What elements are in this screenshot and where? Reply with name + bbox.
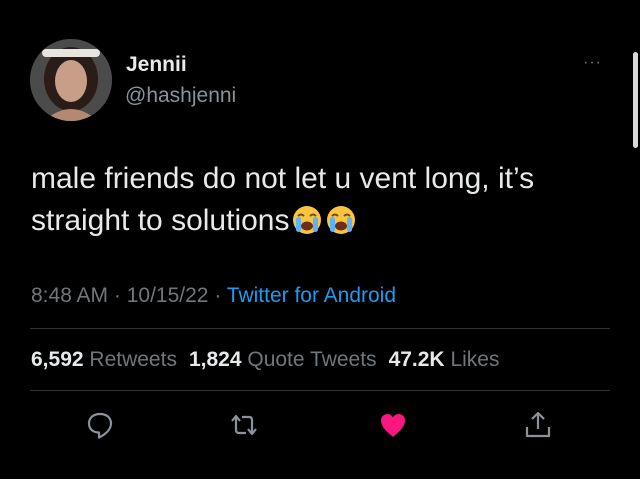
tweet-source-link[interactable]: Twitter for Android xyxy=(227,284,396,307)
reply-button[interactable] xyxy=(83,408,117,442)
tweet-body: male friends do not let u vent long, it’… xyxy=(31,162,535,237)
retweets-stat[interactable]: 6,592 Retweets xyxy=(31,348,177,371)
share-icon xyxy=(525,411,551,438)
meta-separator: · xyxy=(208,284,227,307)
retweet-button[interactable] xyxy=(227,408,261,442)
loudly-crying-face-emoji-icon xyxy=(325,204,357,236)
quote-tweets-stat[interactable]: 1,824 Quote Tweets xyxy=(189,348,377,371)
likes-stat[interactable]: 47.2K Likes xyxy=(389,348,500,371)
meta-separator: · xyxy=(108,284,127,307)
user-handle[interactable]: @hashjenni xyxy=(125,84,236,108)
tweet-text: male friends do not let u vent long, it’… xyxy=(31,158,621,242)
tweet-stats: 6,592 Retweets 1,824 Quote Tweets 47.2K Li… xyxy=(31,348,499,372)
retweets-label: Retweets xyxy=(89,348,177,371)
loudly-crying-face-emoji-icon xyxy=(291,204,323,236)
quote-tweets-count: 1,824 xyxy=(188,348,242,371)
retweets-count: 6,592 xyxy=(31,348,84,371)
tweet-meta: 8:48 AM · 10/15/22 · Twitter for Android xyxy=(31,284,396,308)
quote-tweets-label: Quote Tweets xyxy=(247,348,377,371)
tweet-time[interactable]: 8:48 AM xyxy=(31,284,108,307)
more-options-icon[interactable]: ··· xyxy=(583,54,602,72)
scrollbar[interactable] xyxy=(633,52,638,148)
likes-count: 47.2K xyxy=(388,348,445,371)
avatar[interactable] xyxy=(30,39,112,121)
heart-icon xyxy=(381,414,405,437)
reply-icon xyxy=(87,412,113,439)
divider xyxy=(30,390,610,391)
retweet-icon xyxy=(231,414,257,436)
divider xyxy=(30,328,610,329)
share-button[interactable] xyxy=(521,408,555,442)
display-name[interactable]: Jennii xyxy=(126,53,187,77)
likes-label: Likes xyxy=(450,348,500,371)
tweet-date[interactable]: 10/15/22 xyxy=(127,284,209,307)
like-button[interactable] xyxy=(376,408,410,442)
